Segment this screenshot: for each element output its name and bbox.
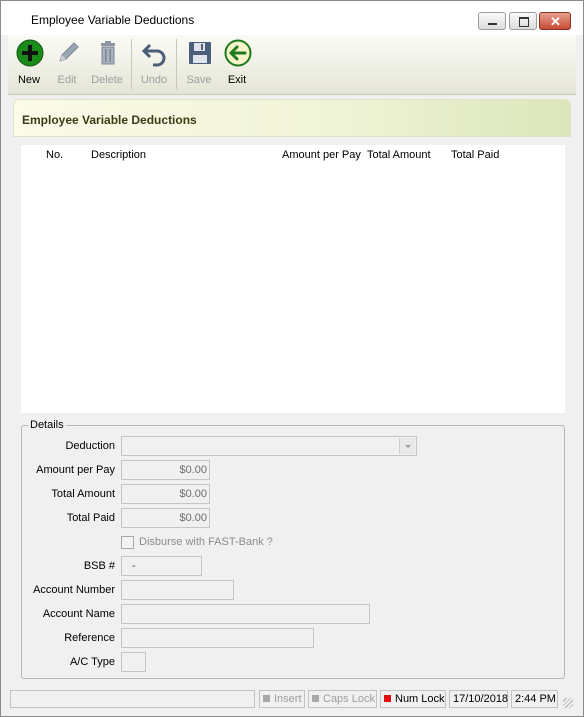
details-group: Details Deduction Amount per Pay $0.00 T… [21, 419, 565, 679]
column-header-total-amount[interactable]: Total Amount [367, 149, 431, 161]
delete-label: Delete [91, 74, 123, 86]
caps-lock-label: Caps Lock [323, 693, 375, 705]
app-window: Employee Variable Deductions ✕ New Edit [0, 0, 584, 717]
amount-per-pay-field[interactable]: $0.00 [121, 460, 210, 480]
column-header-description[interactable]: Description [91, 149, 146, 161]
total-paid-label: Total Paid [66, 512, 115, 524]
undo-label: Undo [140, 74, 168, 86]
reference-label: Reference [64, 632, 115, 644]
status-date: 17/10/2018 [449, 690, 508, 708]
close-button[interactable]: ✕ [539, 12, 571, 30]
account-number-label: Account Number [33, 584, 115, 596]
details-legend: Details [28, 419, 66, 431]
total-amount-label: Total Amount [51, 488, 115, 500]
delete-button[interactable]: Delete [88, 37, 126, 91]
deduction-select[interactable] [121, 436, 417, 456]
account-name-field[interactable] [121, 604, 370, 624]
exit-button[interactable]: Exit [218, 37, 256, 91]
toolbar: New Edit Delete Undo Save Exit [8, 35, 576, 95]
panel-header: Employee Variable Deductions [13, 99, 571, 137]
pencil-icon [59, 42, 79, 62]
save-button[interactable]: Save [180, 37, 218, 91]
plus-icon [16, 39, 44, 67]
total-paid-field[interactable]: $0.00 [121, 508, 210, 528]
floppy-disk-icon [189, 42, 211, 64]
edit-button[interactable]: Edit [48, 37, 86, 91]
num-lock-indicator: Num Lock [380, 690, 446, 708]
insert-label: Insert [274, 693, 302, 705]
indicator-light [384, 695, 391, 702]
indicator-light [312, 695, 319, 702]
ac-type-field[interactable] [121, 652, 146, 672]
new-button[interactable]: New [10, 37, 48, 91]
column-header-no[interactable]: No. [46, 149, 63, 161]
account-number-field[interactable] [121, 580, 234, 600]
main-panel: Employee Variable Deductions No. Descrip… [10, 98, 574, 684]
status-bar: Insert Caps Lock Num Lock 17/10/2018 2:4… [8, 689, 576, 710]
deduction-label: Deduction [65, 440, 115, 452]
undo-button[interactable]: Undo [135, 37, 173, 91]
account-name-label: Account Name [42, 608, 115, 620]
status-message [10, 690, 255, 708]
reference-field[interactable] [121, 628, 314, 648]
bsb-field[interactable]: - [121, 556, 202, 576]
undo-icon [141, 43, 166, 67]
status-time: 2:44 PM [511, 690, 558, 708]
chevron-down-icon[interactable] [399, 438, 415, 454]
insert-indicator: Insert [259, 690, 305, 708]
minimize-button[interactable] [478, 12, 506, 30]
disburse-label: Disburse with FAST-Bank ? [139, 536, 273, 548]
trash-icon [101, 41, 115, 65]
panel-title: Employee Variable Deductions [22, 113, 197, 127]
caps-lock-indicator: Caps Lock [308, 690, 377, 708]
bsb-label: BSB # [83, 560, 115, 572]
window-title: Employee Variable Deductions [31, 13, 195, 27]
exit-label: Exit [227, 74, 247, 86]
exit-arrow-icon [224, 39, 252, 67]
maximize-button[interactable] [509, 12, 537, 30]
amount-per-pay-label: Amount per Pay [36, 464, 115, 476]
indicator-light [263, 695, 270, 702]
ac-type-label: A/C Type [69, 656, 115, 668]
resize-grip[interactable] [563, 698, 573, 708]
num-lock-label: Num Lock [395, 693, 445, 705]
title-bar: Employee Variable Deductions ✕ [1, 1, 583, 35]
close-icon: ✕ [550, 14, 561, 29]
disburse-checkbox[interactable] [121, 536, 134, 549]
total-amount-field[interactable]: $0.00 [121, 484, 210, 504]
column-header-amount-per-pay[interactable]: Amount per Pay [282, 149, 361, 161]
deductions-list[interactable]: No. Description Amount per Pay Total Amo… [21, 145, 565, 413]
column-header-total-paid[interactable]: Total Paid [451, 149, 499, 161]
